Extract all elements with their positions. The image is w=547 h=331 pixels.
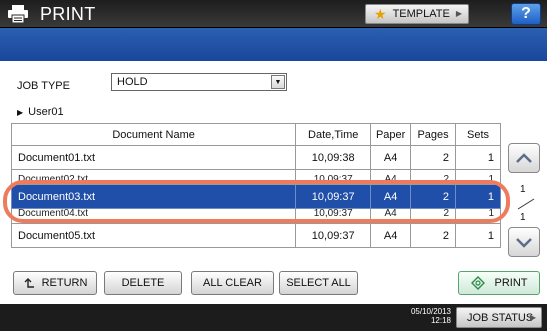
all-clear-button[interactable]: ALL CLEAR — [191, 271, 274, 295]
template-button[interactable]: ★ TEMPLATE ▶ — [365, 4, 469, 24]
paper-cell: A4 — [370, 145, 412, 170]
sets-cell: 1 — [455, 145, 501, 170]
chevron-up-icon — [516, 153, 532, 163]
return-button[interactable]: RETURN — [13, 271, 97, 295]
job-type-value: HOLD — [117, 76, 148, 88]
user-name: User01 — [28, 106, 64, 118]
document-name-cell: Document02.txt — [10, 169, 297, 185]
select-all-button[interactable]: SELECT ALL — [279, 271, 358, 295]
job-type-select[interactable]: HOLD ▼ — [111, 73, 287, 91]
datetime-cell: 10,09:37 — [295, 208, 372, 224]
table-row[interactable]: Document05.txt 10,09:37 A4 2 1 — [10, 223, 501, 248]
table-row[interactable]: Document04.txt 10,09:37 A4 2 1 — [10, 208, 501, 224]
status-bar: 05/10/2013 12:18 JOB STATUS ▶ — [0, 304, 547, 331]
column-header-sets: Sets — [455, 123, 501, 146]
pages-cell: 2 — [410, 184, 457, 209]
document-name-cell: Document04.txt — [10, 208, 297, 224]
table-row-selected[interactable]: Document03.txt 10,09:37 A4 2 1 — [10, 184, 501, 209]
current-page: 1 — [520, 184, 526, 195]
header-band — [0, 28, 547, 61]
return-arrow-icon — [24, 278, 34, 288]
document-name-cell: Document05.txt — [10, 223, 297, 248]
page-indicator: 1 1 — [517, 184, 537, 226]
paper-cell: A4 — [370, 169, 412, 185]
date-text: 05/10/2013 — [410, 307, 451, 316]
help-button[interactable]: ? — [511, 3, 541, 25]
pages-cell: 2 — [410, 223, 457, 248]
datetime-cell: 10,09:37 — [295, 169, 372, 185]
column-header-document-name: Document Name — [10, 123, 297, 146]
return-button-label: RETURN — [41, 277, 88, 289]
chevron-down-icon — [516, 238, 532, 248]
user-row[interactable]: ▶ User01 — [17, 106, 64, 118]
job-status-label: JOB STATUS — [467, 311, 534, 324]
document-name-cell: Document01.txt — [10, 145, 297, 170]
slash-divider — [517, 198, 535, 210]
date-time-display: 05/10/2013 12:18 — [391, 307, 451, 325]
print-button[interactable]: PRINT — [458, 271, 540, 295]
datetime-cell: 10,09:38 — [295, 145, 372, 170]
start-diamond-icon — [470, 276, 485, 290]
table-row[interactable]: Document02.txt 10,09:37 A4 2 1 — [10, 169, 501, 185]
page-title: PRINT — [40, 4, 96, 24]
column-header-paper: Paper — [370, 123, 412, 146]
chevron-right-icon: ▶ — [455, 9, 462, 18]
job-status-button[interactable]: JOB STATUS ▶ — [456, 307, 542, 328]
delete-button[interactable]: DELETE — [104, 271, 182, 295]
main-panel: JOB TYPE HOLD ▼ ▶ User01 Document Name D… — [0, 61, 547, 304]
title-bar: PRINT ★ TEMPLATE ▶ ? — [0, 0, 547, 28]
sets-cell: 1 — [455, 169, 501, 185]
datetime-cell: 10,09:37 — [295, 223, 372, 248]
pages-cell: 2 — [410, 169, 457, 185]
total-pages: 1 — [520, 212, 526, 223]
scroll-down-button[interactable] — [508, 227, 540, 257]
table-header-row: Document Name Date,Time Paper Pages Sets — [10, 123, 501, 146]
paper-cell: A4 — [370, 208, 412, 224]
printer-icon — [8, 5, 28, 23]
paper-cell: A4 — [370, 223, 412, 248]
table-row[interactable]: Document01.txt 10,09:38 A4 2 1 — [10, 145, 501, 170]
datetime-cell: 10,09:37 — [295, 184, 372, 209]
pages-cell: 2 — [410, 208, 457, 224]
column-header-date-time: Date,Time — [295, 123, 372, 146]
sets-cell: 1 — [455, 184, 501, 209]
document-name-cell: Document03.txt — [10, 184, 297, 209]
sets-cell: 1 — [455, 223, 501, 248]
chevron-down-icon[interactable]: ▼ — [271, 75, 285, 89]
expand-triangle-icon: ▶ — [17, 107, 24, 117]
chevron-right-icon: ▶ — [529, 313, 536, 322]
sets-cell: 1 — [455, 208, 501, 224]
paper-cell: A4 — [370, 184, 412, 209]
pages-cell: 2 — [410, 145, 457, 170]
document-table: Document Name Date,Time Paper Pages Sets… — [10, 123, 501, 248]
job-type-label: JOB TYPE — [17, 80, 70, 92]
time-text: 12:18 — [430, 316, 451, 325]
star-icon: ★ — [374, 6, 387, 22]
scroll-up-button[interactable] — [508, 143, 540, 173]
column-header-pages: Pages — [410, 123, 457, 146]
template-button-label: TEMPLATE — [392, 8, 450, 20]
print-button-label: PRINT — [494, 277, 528, 289]
